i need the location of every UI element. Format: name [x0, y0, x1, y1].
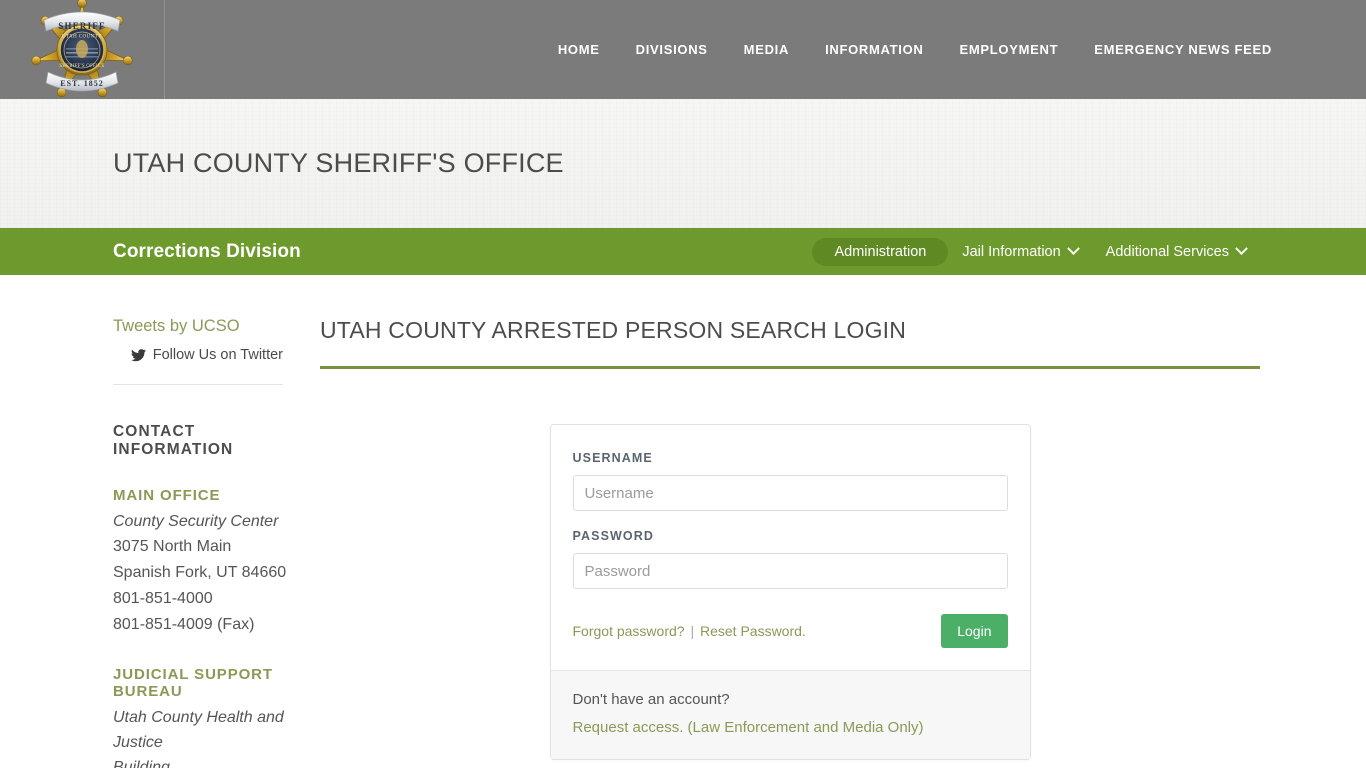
follow-us-on-twitter-row[interactable]: Follow Us on Twitter [113, 347, 296, 363]
login-actions: Forgot password? | Reset Password. Login [573, 607, 1008, 648]
judicial-support-bureau-heading: JUDICIAL SUPPORT BUREAU [113, 666, 273, 700]
svg-text:SHERIFF'S OFFICE: SHERIFF'S OFFICE [59, 64, 104, 69]
logo-cell: UTAH COUNTY SHERIFF'S OFFICE SHERIFF EST… [0, 0, 165, 99]
contact-information-heading: CONTACT INFORMATION [113, 423, 234, 458]
svg-text:SHERIFF: SHERIFF [58, 21, 105, 31]
subnav-item-jail-information[interactable]: Jail Information [948, 238, 1091, 266]
sidebar: Tweets by UCSO Follow Us on Twitter CONT… [0, 317, 296, 768]
division-subnav-bar: Corrections Division Administration Jail… [0, 228, 1366, 275]
svg-text:UTAH COUNTY: UTAH COUNTY [62, 34, 102, 40]
main-office-fax: 801-851-4009 (Fax) [113, 616, 255, 633]
main-office-city-state-zip: Spanish Fork, UT 84660 [113, 564, 287, 581]
nav-item-information[interactable]: INFORMATION [807, 42, 941, 57]
subnav-item-additional-services[interactable]: Additional Services [1092, 238, 1260, 266]
subnav-label-additional-services: Additional Services [1105, 243, 1229, 260]
sheriff-badge-logo[interactable]: UTAH COUNTY SHERIFF'S OFFICE SHERIFF EST… [30, 0, 134, 101]
password-field-group: PASSWORD [572, 529, 1008, 589]
division-title: Corrections Division [113, 240, 301, 262]
tweets-by-ucso-link[interactable]: Tweets by UCSO [113, 317, 296, 336]
main-content: UTAH COUNTY ARRESTED PERSON SEARCH LOGIN… [296, 317, 1366, 768]
page-body: Tweets by UCSO Follow Us on Twitter CONT… [0, 275, 1366, 768]
primary-navigation: HOME DIVISIONS MEDIA INFORMATION EMPLOYM… [165, 0, 1366, 99]
subnav-label-jail-information: Jail Information [962, 243, 1061, 260]
judicial-facility-line-1: Utah County Health and Justice [113, 709, 284, 751]
main-office-heading: MAIN OFFICE [113, 487, 221, 504]
subnav-label-administration: Administration [834, 243, 927, 260]
main-office-phone: 801-851-4000 [113, 590, 213, 607]
sheriff-badge-icon: UTAH COUNTY SHERIFF'S OFFICE SHERIFF EST… [31, 0, 133, 98]
password-label: PASSWORD [572, 529, 654, 543]
link-separator: | [690, 623, 695, 639]
username-label: USERNAME [572, 451, 653, 465]
content-heading: UTAH COUNTY ARRESTED PERSON SEARCH LOGIN [320, 317, 1260, 369]
nav-item-divisions[interactable]: DIVISIONS [618, 42, 726, 57]
title-band: UTAH COUNTY SHERIFF'S OFFICE [0, 99, 1366, 228]
no-account-text: Don't have an account? [572, 691, 730, 708]
site-header: UTAH COUNTY SHERIFF'S OFFICE SHERIFF EST… [0, 0, 1366, 99]
request-access-link[interactable]: Request access. (Law Enforcement and Med… [573, 719, 924, 736]
sidebar-divider [113, 384, 283, 385]
nav-item-emergency-news-feed[interactable]: EMERGENCY NEWS FEED [1076, 42, 1290, 57]
password-input[interactable] [572, 553, 1008, 589]
main-office-street: 3075 North Main [113, 538, 232, 555]
division-subnav: Administration Jail Information Addition… [812, 237, 1260, 266]
forgot-password-link[interactable]: Forgot password? [573, 623, 685, 639]
twitter-bird-icon [130, 348, 146, 362]
page-title: UTAH COUNTY SHERIFF'S OFFICE [113, 148, 564, 178]
chevron-down-icon [1235, 242, 1248, 256]
login-card-footer: Don't have an account? Request access. (… [550, 670, 1030, 759]
nav-item-employment[interactable]: EMPLOYMENT [942, 42, 1077, 57]
judicial-facility-line-2: Building [113, 759, 170, 768]
subnav-item-administration[interactable]: Administration [812, 237, 949, 266]
svg-text:EST. 1852: EST. 1852 [60, 79, 104, 88]
main-office-facility: County Security Center [113, 513, 279, 530]
follow-us-on-twitter-label[interactable]: Follow Us on Twitter [153, 347, 283, 363]
login-button[interactable]: Login [941, 614, 1008, 648]
chevron-down-icon [1066, 242, 1080, 256]
reset-password-link[interactable]: Reset Password. [700, 623, 806, 639]
nav-item-home[interactable]: HOME [540, 42, 618, 57]
username-input[interactable] [572, 475, 1008, 511]
password-help-links: Forgot password? | Reset Password. [573, 623, 806, 639]
login-card: USERNAME PASSWORD Forgot password? | Res… [549, 424, 1031, 760]
nav-item-media[interactable]: MEDIA [726, 42, 807, 57]
username-field-group: USERNAME [572, 451, 1008, 511]
login-area: USERNAME PASSWORD Forgot password? | Res… [320, 369, 1260, 760]
login-form: USERNAME PASSWORD Forgot password? | Res… [551, 425, 1030, 670]
